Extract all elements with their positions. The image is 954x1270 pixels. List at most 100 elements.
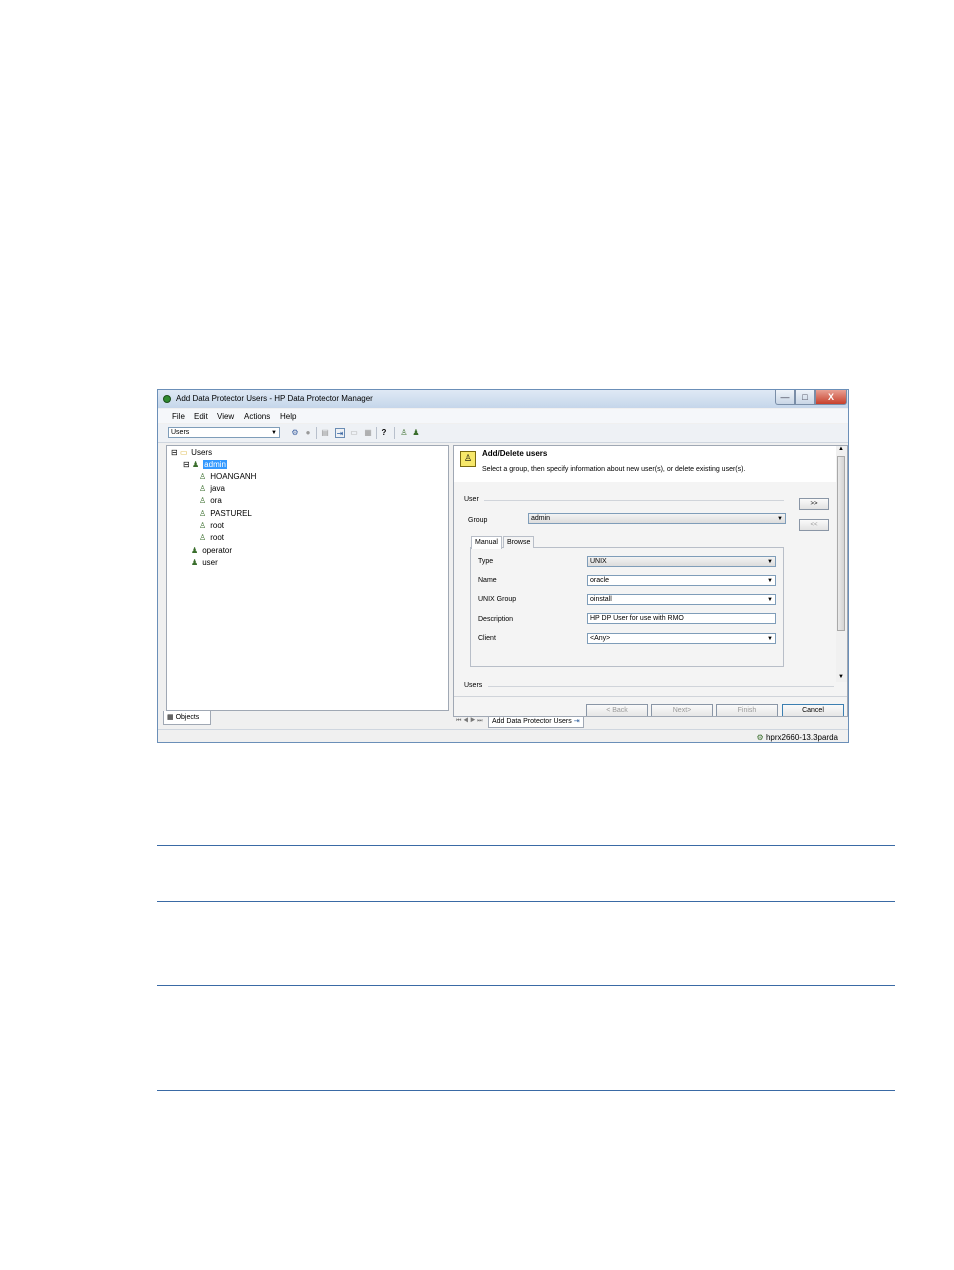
user-group-icon: ♟ xyxy=(191,460,200,469)
menu-edit[interactable]: Edit xyxy=(194,412,208,421)
window-icon[interactable]: ▭ xyxy=(349,428,359,438)
context-icon[interactable]: ⇥ xyxy=(335,428,345,438)
tree-user[interactable]: ♙ root xyxy=(199,532,224,544)
context-icon: ⇥ xyxy=(573,718,580,725)
back-button[interactable]: < Back xyxy=(586,704,648,716)
tree-root-label: Users xyxy=(191,448,213,457)
status-text: ⚙ hprx2660-13.3parda xyxy=(757,733,838,742)
user-group-icon[interactable]: ♟ xyxy=(411,428,421,438)
wizard-title: Add/Delete users xyxy=(482,449,548,458)
grid-icon[interactable]: ▦ xyxy=(363,428,373,438)
app-icon xyxy=(163,395,171,403)
help-icon[interactable]: ? xyxy=(379,428,389,438)
tree-user[interactable]: ♙ root xyxy=(199,520,224,532)
tab-manual[interactable]: Manual xyxy=(471,536,502,549)
tree-user-label: PASTUREL xyxy=(210,509,252,518)
tab-add-data-protector-users[interactable]: Add Data Protector Users ⇥ xyxy=(488,717,584,728)
tree-group-operator[interactable]: ♟ operator xyxy=(191,545,232,557)
group-label: Group xyxy=(468,517,488,524)
page-divider xyxy=(157,1090,895,1091)
scroll-thumb[interactable] xyxy=(837,456,845,631)
chevron-down-icon: ▼ xyxy=(777,516,783,522)
title-bar[interactable]: Add Data Protector Users - HP Data Prote… xyxy=(158,390,848,408)
menu-view[interactable]: View xyxy=(217,412,234,421)
context-select[interactable]: Users ▼ xyxy=(168,427,280,438)
window-title: Add Data Protector Users - HP Data Prote… xyxy=(176,394,373,403)
user-icon: ♙ xyxy=(199,509,207,518)
unix-group-field[interactable]: oinstall ▼ xyxy=(587,594,776,605)
users-wizard-icon: ♙ xyxy=(460,451,476,467)
type-label: Type xyxy=(478,558,494,565)
objects-icon: ▦ xyxy=(167,714,174,721)
tree-group-user[interactable]: ♟ user xyxy=(191,557,218,569)
client-select-value: <Any> xyxy=(590,635,611,642)
type-select[interactable]: UNIX ▼ xyxy=(587,556,776,567)
wizard-header: ♙ Add/Delete users Select a group, then … xyxy=(454,446,847,482)
add-user-button[interactable]: >> xyxy=(799,498,829,510)
user-group-icon: ♟ xyxy=(191,546,199,555)
tree-user[interactable]: ♙ PASTUREL xyxy=(199,508,252,520)
minimize-button[interactable]: — xyxy=(775,390,795,405)
scrollbar[interactable]: ▲ ▼ xyxy=(836,446,847,682)
server-icon: ⚙ xyxy=(756,733,764,742)
user-icon: ♙ xyxy=(199,484,207,493)
group-select[interactable]: admin ▼ xyxy=(528,513,786,524)
menu-file[interactable]: File xyxy=(172,412,185,421)
finish-button[interactable]: Finish xyxy=(716,704,778,716)
unix-group-field-value: oinstall xyxy=(590,596,612,603)
stop-icon[interactable]: ● xyxy=(303,428,313,438)
close-button[interactable]: X xyxy=(815,390,847,405)
chevron-down-icon: ▼ xyxy=(767,578,773,584)
tree-user-label: root xyxy=(210,521,225,530)
collapse-icon[interactable]: ⊟ xyxy=(171,448,178,457)
client-select[interactable]: <Any> ▼ xyxy=(587,633,776,644)
tree-user[interactable]: ♙ HOANGANH xyxy=(199,471,256,483)
menu-help[interactable]: Help xyxy=(280,412,296,421)
remove-user-button[interactable]: << xyxy=(799,519,829,531)
page-divider xyxy=(157,985,895,986)
status-host: hprx2660-13.3parda xyxy=(765,733,838,742)
add-users-icon[interactable]: ⚙ xyxy=(290,428,300,438)
users-section-label: Users xyxy=(464,682,483,689)
bottom-tab-bar: ⏮ ◀ ▶ ⏭ Add Data Protector Users ⇥ xyxy=(453,717,848,728)
tree-user-label: root xyxy=(210,533,225,542)
context-select-value: Users xyxy=(171,429,190,436)
tree-user-label: java xyxy=(210,484,225,493)
list-icon[interactable]: ▤ xyxy=(320,428,330,438)
scroll-down-icon[interactable]: ▼ xyxy=(838,674,844,680)
wizard-subtitle: Select a group, then specify information… xyxy=(482,466,746,473)
maximize-button[interactable]: □ xyxy=(795,390,815,405)
tree-root-users[interactable]: ⊟ ▭ Users xyxy=(171,447,212,459)
user-group-icon: ♟ xyxy=(191,558,199,567)
tree-user[interactable]: ♙ ora xyxy=(199,495,222,507)
collapse-icon[interactable]: ⊟ xyxy=(183,460,190,469)
tree-pane: ⊟ ▭ Users ⊟ ♟ admin ♙ HOANGANH ♙ java ♙ … xyxy=(166,445,449,711)
tab-browse[interactable]: Browse xyxy=(503,536,535,548)
menu-actions[interactable]: Actions xyxy=(244,412,270,421)
page-divider xyxy=(157,845,895,846)
next-button[interactable]: Next> xyxy=(651,704,713,716)
description-field[interactable]: HP DP User for use with RMO xyxy=(587,613,776,624)
tree-user-label: ora xyxy=(210,496,222,505)
page-divider xyxy=(157,901,895,902)
chevron-down-icon: ▼ xyxy=(767,636,773,642)
user-icon: ♙ xyxy=(199,521,207,530)
user-icon: ♙ xyxy=(199,472,207,481)
tree-group-admin[interactable]: ⊟ ♟ admin xyxy=(183,459,227,471)
scroll-up-icon[interactable]: ▲ xyxy=(838,446,844,452)
cancel-button[interactable]: Cancel xyxy=(782,704,844,716)
tab-objects[interactable]: ▦ Objects xyxy=(163,711,211,725)
tree-group-label: admin xyxy=(203,460,227,469)
toolbar-separator xyxy=(376,427,377,439)
tab-scroll-icons[interactable]: ⏮ ◀ ▶ ⏭ xyxy=(456,718,483,725)
divider xyxy=(484,500,784,501)
toolbar-separator xyxy=(316,427,317,439)
description-label: Description xyxy=(478,616,514,623)
name-field[interactable]: oracle ▼ xyxy=(587,575,776,586)
user-icon[interactable]: ♙ xyxy=(399,428,409,438)
tree-user[interactable]: ♙ java xyxy=(199,483,225,495)
description-field-value: HP DP User for use with RMO xyxy=(590,615,684,622)
tree-group-label: user xyxy=(202,558,218,567)
chevron-down-icon: ▼ xyxy=(271,430,277,436)
user-icon: ♙ xyxy=(199,496,207,505)
